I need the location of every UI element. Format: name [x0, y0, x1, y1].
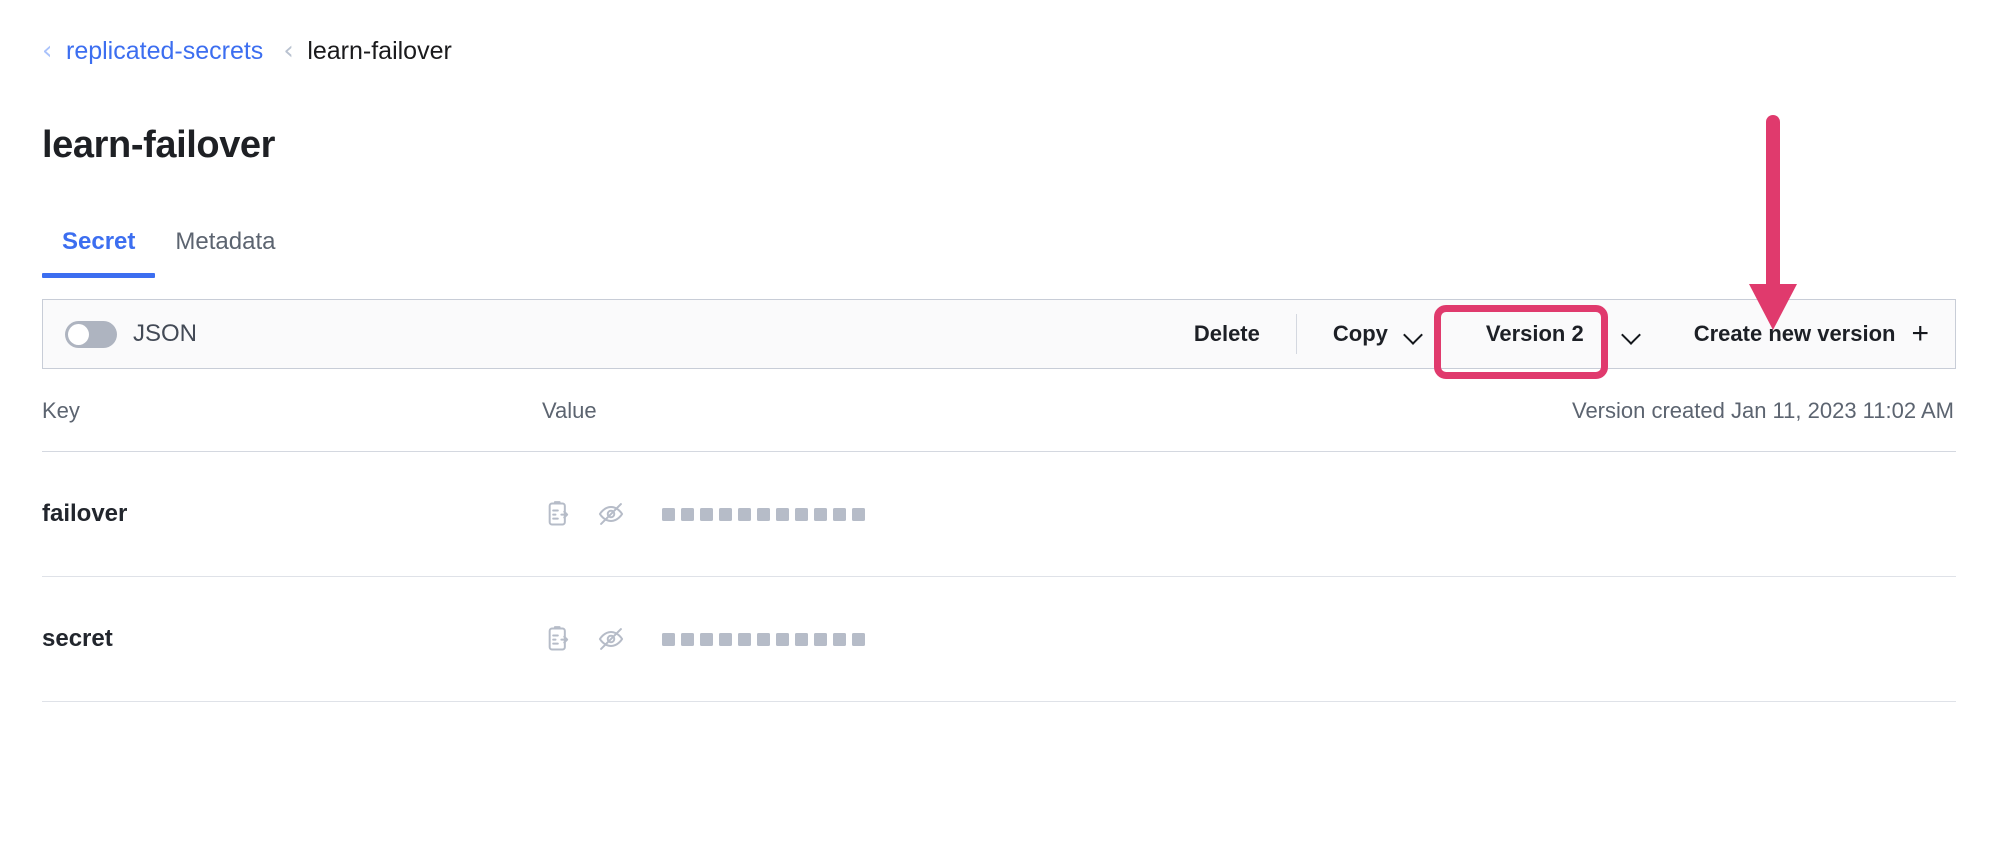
secret-toolbar: JSON Delete Copy Version 2 Create new ve…	[42, 299, 1956, 379]
plus-icon: +	[1911, 317, 1929, 350]
row-value	[542, 497, 865, 531]
json-toggle[interactable]: JSON	[65, 320, 197, 348]
table-row: secret	[42, 577, 1956, 702]
secret-detail-page: ‹ replicated-secrets ‹ learn-failover le…	[0, 0, 2016, 852]
secret-key-value-table: Key Value Version created Jan 11, 2023 1…	[42, 390, 1956, 702]
copy-clipboard-icon[interactable]	[542, 622, 576, 656]
breadcrumb-link-parent[interactable]: replicated-secrets	[66, 38, 263, 64]
tab-bar: Secret Metadata	[42, 228, 295, 278]
breadcrumb-current: learn-failover	[307, 36, 452, 65]
create-new-version-button[interactable]: Create new version +	[1668, 300, 1955, 368]
delete-button[interactable]: Delete	[1168, 300, 1286, 368]
toolbar-divider	[1295, 314, 1297, 354]
copy-clipboard-icon[interactable]	[542, 497, 576, 531]
json-toggle-label: JSON	[133, 320, 198, 347]
row-value	[542, 622, 865, 656]
chevron-down-icon	[1622, 328, 1642, 340]
tab-metadata[interactable]: Metadata	[155, 228, 295, 278]
version-selector[interactable]: Version 2	[1433, 305, 1668, 379]
breadcrumb-chevron-left-icon: ‹	[42, 36, 53, 66]
masked-value	[662, 507, 865, 521]
version-button-label: Version 2	[1485, 321, 1584, 346]
column-header-value: Value	[542, 398, 597, 423]
version-created-text: Version created Jan 11, 2023 11:02 AM	[1571, 398, 1954, 423]
breadcrumb-chevron-left-icon-2: ‹	[283, 36, 294, 66]
json-toggle-knob	[68, 323, 89, 345]
copy-button-label: Copy	[1332, 321, 1388, 346]
page-title: learn-failover	[42, 124, 276, 167]
toolbar-actions: Delete Copy Version 2 Create new version…	[1168, 300, 1955, 379]
tab-secret[interactable]: Secret	[42, 228, 156, 278]
masked-value	[662, 632, 865, 646]
annotation-arrow	[1749, 115, 1797, 330]
chevron-down-icon	[1404, 328, 1424, 340]
row-key: failover	[42, 500, 128, 527]
row-key: secret	[42, 625, 113, 652]
eye-off-icon[interactable]	[594, 622, 628, 656]
table-row: failover	[42, 452, 1956, 577]
version-button[interactable]: Version 2	[1450, 321, 1668, 347]
table-header-row: Key Value Version created Jan 11, 2023 1…	[42, 390, 1956, 452]
json-toggle-switch[interactable]	[65, 320, 117, 348]
breadcrumb: ‹ replicated-secrets ‹ learn-failover	[42, 38, 452, 64]
column-header-key: Key	[42, 398, 80, 423]
eye-off-icon[interactable]	[594, 497, 628, 531]
copy-button[interactable]: Copy	[1307, 300, 1450, 368]
